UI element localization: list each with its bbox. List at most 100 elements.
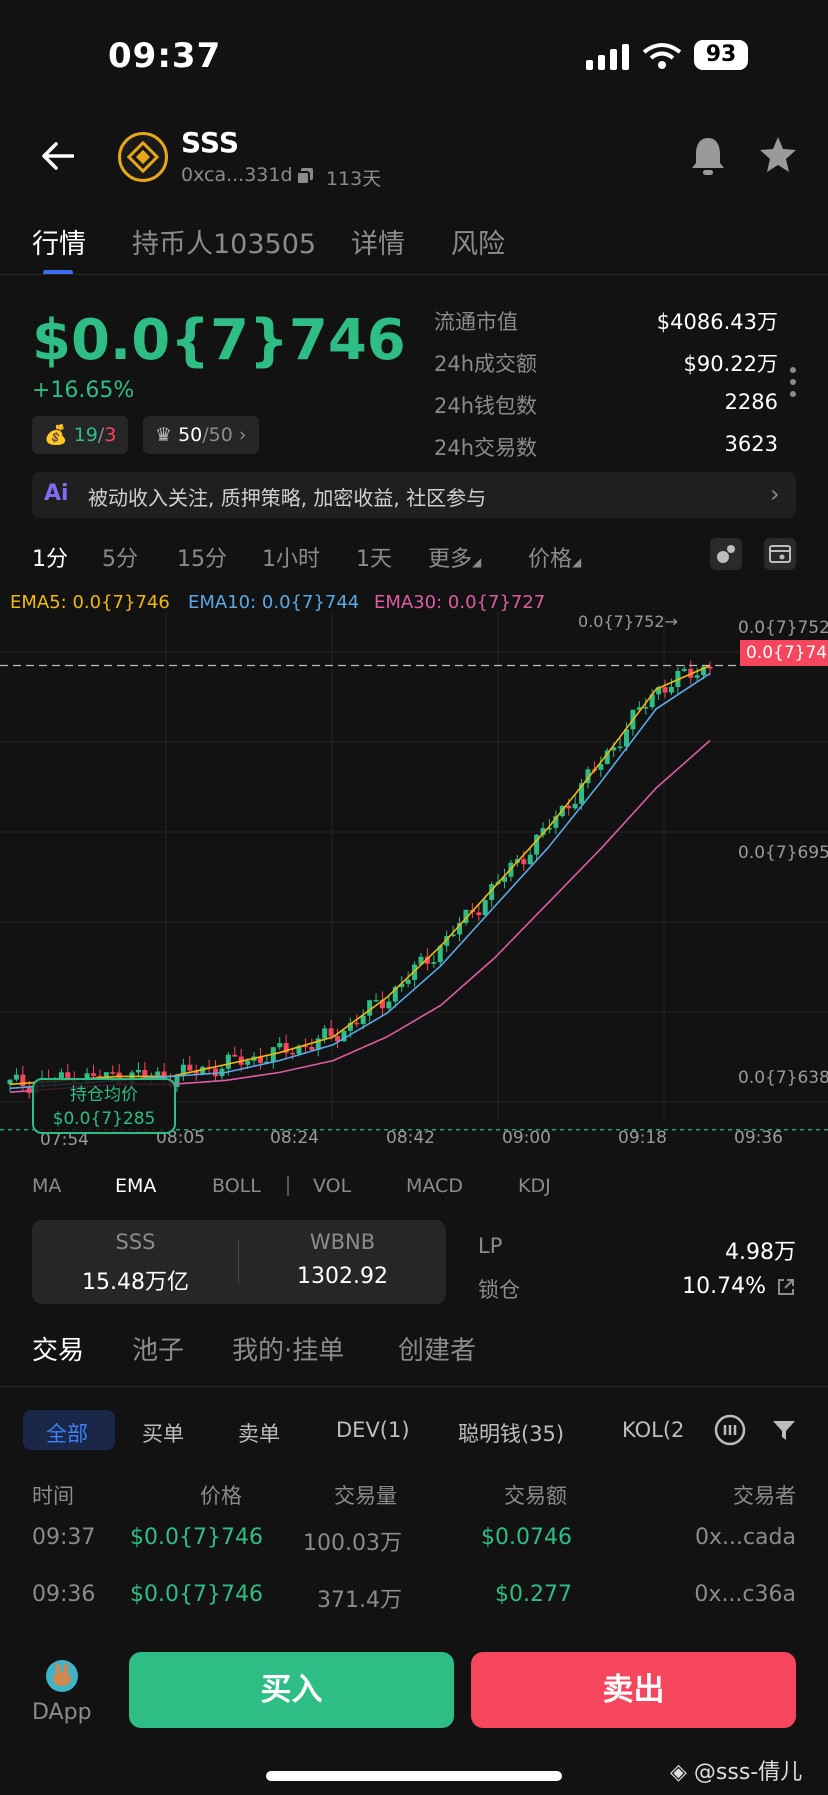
subtab-creator[interactable]: 创建者 (398, 1330, 476, 1367)
indicator-ma[interactable]: MA (32, 1175, 61, 1197)
filter-funnel-icon[interactable] (772, 1418, 796, 1442)
chart-overlay (0, 664, 828, 1131)
subtab-pools[interactable]: 池子 (132, 1330, 184, 1367)
money-bag-icon: 💰 (44, 424, 68, 446)
token-logo (118, 132, 168, 182)
external-link-icon[interactable] (776, 1277, 796, 1297)
average-cost-badge: 持仓均价 $0.0{7}285 (32, 1078, 176, 1134)
stat-value-wallets: 2286 (724, 390, 778, 414)
candle-body (135, 1069, 141, 1073)
indicator-boll[interactable]: BOLL (212, 1175, 261, 1197)
chart-settings-button[interactable] (764, 538, 796, 570)
row1-amount: 100.03万 (303, 1531, 402, 1556)
x-tick-3: 08:24 (270, 1128, 319, 1148)
tab-details[interactable]: 详情 (351, 222, 405, 261)
lp-label: LP (478, 1234, 503, 1258)
stat-value-txns: 3623 (724, 432, 778, 456)
ema5-legend: EMA5: 0.0{7}746 (10, 592, 170, 613)
row2-value: $0.277 (495, 1582, 572, 1607)
candle-body (290, 1052, 296, 1055)
sell-button[interactable]: 卖出 (471, 1652, 796, 1728)
ema-line-ema10 (9, 672, 711, 1090)
interval-15m[interactable]: 15分 (177, 541, 227, 573)
tab-holders[interactable]: 持币人103505 (132, 222, 316, 261)
watermark: ◈ @sss-倩儿 (670, 1754, 802, 1786)
stat-label-volume: 24h成交额 (434, 352, 538, 376)
buy-sell-count-pill[interactable]: 💰 19/3 (32, 416, 129, 454)
filter-kol[interactable]: KOL(2 (622, 1418, 686, 1442)
candle-body (20, 1074, 26, 1087)
dapp-label[interactable]: DApp (32, 1700, 92, 1725)
filter-sells[interactable]: 卖单 (238, 1418, 280, 1448)
buy-button[interactable]: 买入 (129, 1652, 454, 1728)
subtab-my-orders[interactable]: 我的·挂单 (232, 1330, 344, 1367)
col-time: 时间 (32, 1484, 74, 1508)
interval-more[interactable]: 更多◢ (428, 541, 481, 573)
candle-body (643, 707, 649, 709)
row1-time: 09:37 (32, 1525, 96, 1550)
back-arrow-icon[interactable] (42, 142, 74, 170)
price-chart[interactable] (0, 612, 828, 1152)
candle-body (476, 912, 482, 916)
star-icon[interactable] (758, 136, 798, 174)
candle-body (521, 859, 527, 865)
filter-buys[interactable]: 买单 (142, 1418, 184, 1448)
high-marker-label: 0.0{7}752→ (578, 612, 678, 631)
caret-down-icon: ◢ (472, 555, 482, 569)
y-tick-2: 0.0{7}695 (738, 843, 828, 863)
watermark-text: @sss-倩儿 (693, 1760, 803, 1785)
price-mode[interactable]: 价格◢ (528, 541, 581, 573)
interval-more-label: 更多 (428, 547, 473, 572)
candle-body (386, 1001, 392, 1009)
more-vertical-icon[interactable] (789, 366, 797, 398)
row2-trader[interactable]: 0x...c36a (694, 1582, 796, 1607)
candle-body (566, 805, 572, 809)
chart-tools-button[interactable] (710, 538, 742, 570)
tab-risk[interactable]: 风险 (451, 222, 505, 261)
bell-icon[interactable] (690, 136, 726, 176)
x-tick-4: 08:42 (386, 1128, 435, 1148)
copy-icon[interactable] (296, 167, 314, 185)
indicator-macd[interactable]: MACD (406, 1175, 463, 1197)
lock-label: 锁仓 (478, 1278, 520, 1302)
row1-price: $0.0{7}746 (130, 1525, 263, 1550)
candle-body (309, 1046, 315, 1050)
interval-1d[interactable]: 1天 (356, 541, 392, 573)
tab-market[interactable]: 行情 (32, 222, 86, 261)
candle-body (354, 1022, 360, 1025)
price-change: +16.65% (32, 378, 135, 403)
interval-1h[interactable]: 1小时 (262, 541, 320, 573)
candle-body (225, 1054, 231, 1069)
bunny-icon (53, 1663, 71, 1686)
candle-body (405, 979, 411, 984)
pause-icon[interactable] (714, 1414, 746, 1446)
filter-all[interactable]: 全部 (46, 1418, 88, 1448)
indicator-ema[interactable]: EMA (115, 1175, 156, 1197)
stat-label-wallets: 24h钱包数 (434, 394, 538, 418)
stat-label-txns: 24h交易数 (434, 436, 538, 460)
subtab-trades[interactable]: 交易 (32, 1330, 84, 1367)
row2-amount: 371.4万 (317, 1588, 402, 1613)
candle-body (232, 1054, 238, 1057)
home-indicator[interactable] (266, 1771, 562, 1781)
top-holders-pill[interactable]: ♛ 50/50 › (143, 416, 259, 454)
dapp-icon[interactable] (46, 1660, 78, 1692)
indicator-kdj[interactable]: KDJ (518, 1175, 551, 1197)
filter-dev[interactable]: DEV(1) (336, 1418, 410, 1442)
indicator-vol[interactable]: VOL (313, 1175, 351, 1197)
y-tick-3: 0.0{7}638 (738, 1068, 828, 1088)
stat-value-market-cap: $4086.43万 (656, 310, 778, 334)
chevron-right-icon: › (238, 424, 247, 446)
filter-smart-money[interactable]: 聪明钱(35) (458, 1418, 564, 1448)
tabs-divider (0, 274, 828, 275)
token-logo-icon (126, 140, 160, 174)
average-cost-title: 持仓均价 (70, 1085, 138, 1105)
interval-5m[interactable]: 5分 (102, 541, 138, 573)
interval-1m[interactable]: 1分 (32, 541, 68, 573)
candle-body (277, 1043, 283, 1048)
candle-body (668, 686, 674, 693)
ema10-legend: EMA10: 0.0{7}744 (188, 592, 360, 613)
row1-trader[interactable]: 0x...cada (695, 1525, 796, 1550)
ema-line-ema30 (9, 739, 711, 1093)
candle-body (681, 668, 687, 671)
